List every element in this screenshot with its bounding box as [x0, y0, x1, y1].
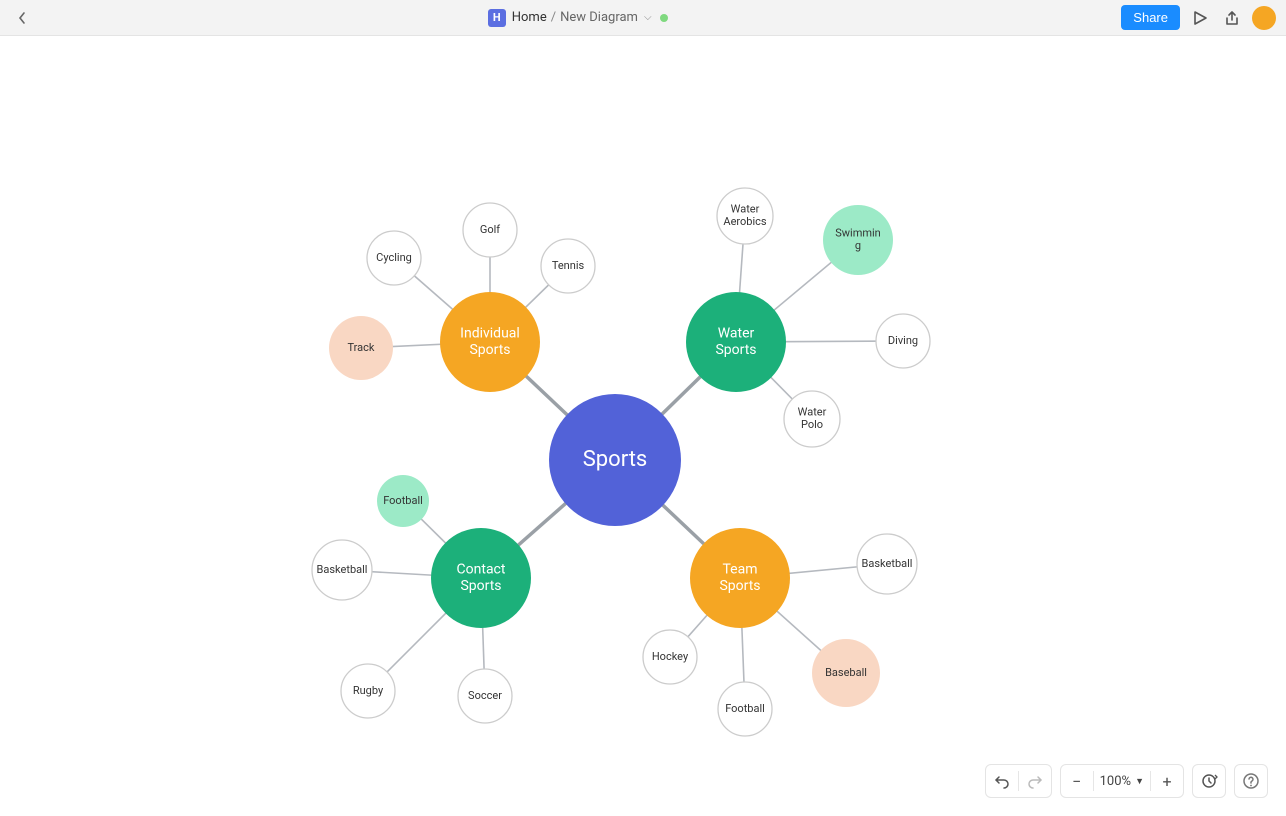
node-label: Sports — [469, 342, 510, 358]
node-label: Tennis — [552, 259, 585, 272]
back-button[interactable] — [10, 6, 34, 30]
mindmap-diagram[interactable]: TrackCyclingGolfTennisWaterAerobicsSwimm… — [0, 36, 1286, 816]
history-group — [985, 764, 1052, 798]
node-label: Contact — [457, 562, 506, 578]
node-label: Team — [723, 562, 758, 578]
export-icon[interactable] — [1220, 6, 1244, 30]
share-button[interactable]: Share — [1121, 5, 1180, 30]
zoom-group: − 100% ▼ + — [1060, 764, 1184, 798]
node-label: Basketball — [862, 557, 913, 570]
help-button[interactable] — [1234, 764, 1268, 798]
breadcrumb-separator: / — [551, 10, 556, 25]
chevron-down-icon: ▼ — [1135, 776, 1144, 787]
zoom-value: 100% — [1100, 774, 1131, 789]
breadcrumb[interactable]: Home / New Diagram ⌵ — [512, 10, 668, 25]
node-label: Golf — [480, 223, 500, 236]
node-label: Polo — [801, 418, 823, 431]
header-bar: H Home / New Diagram ⌵ Share — [0, 0, 1286, 36]
breadcrumb-home[interactable]: Home — [512, 10, 547, 25]
redo-button[interactable] — [1019, 765, 1051, 797]
node-label: Water — [718, 326, 755, 342]
home-icon: H — [488, 9, 506, 27]
node-label: Individual — [460, 326, 520, 342]
node-label: Diving — [888, 334, 918, 347]
node-label: Football — [725, 702, 765, 715]
node-label: g — [855, 239, 861, 252]
zoom-select[interactable]: 100% ▼ — [1094, 774, 1150, 789]
node-label: Swimmin — [835, 227, 881, 240]
zoom-in-button[interactable]: + — [1151, 765, 1183, 797]
node-label: Sports — [583, 447, 648, 472]
node-label: Sports — [460, 578, 501, 594]
node-label: Basketball — [317, 563, 368, 576]
node-label: Rugby — [353, 684, 384, 697]
node-label: Cycling — [376, 251, 412, 264]
node-label: Hockey — [652, 650, 689, 663]
node-label: Water — [731, 203, 760, 216]
node-label: Sports — [719, 578, 760, 594]
node-label: Soccer — [468, 689, 502, 702]
app-root: H Home / New Diagram ⌵ Share — [0, 0, 1286, 816]
node-label: Aerobics — [723, 215, 767, 228]
undo-button[interactable] — [986, 765, 1018, 797]
node-label: Water — [798, 406, 827, 419]
avatar[interactable] — [1252, 6, 1276, 30]
node-label: Sports — [715, 342, 756, 358]
history-timeline-button[interactable] — [1192, 764, 1226, 798]
node-label: Baseball — [825, 666, 867, 679]
node-label: Track — [348, 341, 375, 354]
present-icon[interactable] — [1188, 6, 1212, 30]
status-bar: − 100% ▼ + — [985, 764, 1268, 798]
canvas[interactable]: TrackCyclingGolfTennisWaterAerobicsSwimm… — [0, 36, 1286, 816]
chevron-down-icon[interactable]: ⌵ — [644, 12, 652, 23]
zoom-out-button[interactable]: − — [1061, 765, 1093, 797]
node-label: Football — [383, 494, 423, 507]
breadcrumb-doc[interactable]: New Diagram — [560, 10, 638, 25]
sync-status-icon — [660, 14, 668, 22]
